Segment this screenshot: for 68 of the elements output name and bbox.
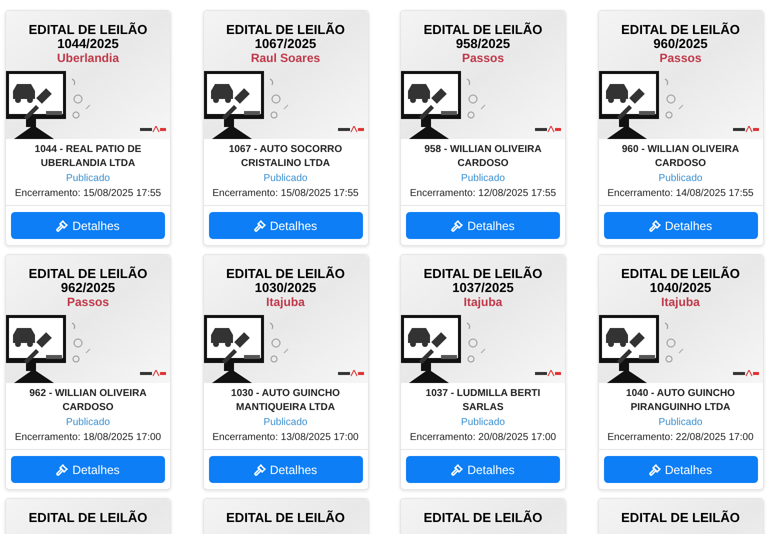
city-name: Itajuba [661, 295, 700, 309]
details-button[interactable]: Detalhes [604, 456, 758, 483]
auction-number: 1044/2025 [57, 37, 119, 51]
gavel-icon [648, 220, 661, 232]
gavel-icon [56, 464, 68, 476]
city-name: Itajuba [464, 295, 502, 309]
closing-date: Encerramento: 15/08/2025 17:55 [212, 187, 359, 201]
auction-number: 962/2025 [60, 281, 116, 295]
details-button[interactable]: Detalhes [406, 456, 560, 483]
city-name: Passos [66, 295, 110, 309]
city-name: Passos [659, 51, 702, 65]
company-name: 1044 - REAL PATIO DE UBERLANDIA LTDA [34, 143, 142, 171]
closing-date: Encerramento: 12/08/2025 17:55 [410, 187, 556, 201]
status-label: Publicado [264, 172, 308, 186]
city-name: Passos [462, 51, 504, 65]
banner-title: EDITAL DE LEILÃO [621, 267, 740, 281]
banner-title: EDITAL DE LEILÃO [28, 23, 148, 37]
status-label: Publicado [66, 416, 110, 430]
banner-title: EDITAL DE LEILÃO [226, 23, 345, 37]
city-name: Raul Soares [250, 51, 320, 65]
gavel-icon [56, 220, 68, 232]
closing-date: Encerramento: 13/08/2025 17:00 [212, 431, 359, 445]
closing-date: Encerramento: 14/08/2025 17:55 [607, 187, 754, 201]
gavel-icon [254, 220, 266, 232]
company-name: 1040 - AUTO GUINCHO PIRANGUINHO LTDA [625, 387, 736, 415]
auction-number: 960/2025 [653, 37, 708, 51]
status-label: Publicado [461, 172, 505, 186]
status-label: Publicado [66, 172, 110, 186]
details-button[interactable]: Detalhes [406, 212, 560, 239]
city-name: Uberlandia [56, 51, 119, 65]
auction-number: 958/2025 [456, 37, 510, 51]
banner-title: EDITAL DE LEILÃO [226, 511, 345, 525]
gavel-icon [648, 464, 661, 476]
banner-title: EDITAL DE LEILÃO [424, 23, 542, 37]
banner-title: EDITAL DE LEILÃO [621, 511, 740, 525]
status-label: Publicado [658, 416, 702, 430]
banner-title: EDITAL DE LEILÃO [424, 511, 542, 525]
status-label: Publicado [461, 416, 505, 430]
company-name: 960 - WILLIAN OLIVEIRA CARDOSO [620, 143, 740, 171]
banner-title: EDITAL DE LEILÃO [621, 23, 740, 37]
auction-number: 1067/2025 [254, 37, 316, 51]
banner-title: EDITAL DE LEILÃO [28, 511, 148, 525]
details-button[interactable]: Detalhes [604, 212, 758, 239]
closing-date: Encerramento: 18/08/2025 17:00 [14, 431, 162, 445]
details-button[interactable]: Detalhes [11, 212, 165, 239]
status-label: Publicado [658, 172, 702, 186]
company-name: 958 - WILLIAN OLIVEIRA CARDOSO [423, 143, 543, 171]
details-button[interactable]: Detalhes [208, 456, 362, 483]
city-name: Itajuba [266, 295, 305, 309]
banner-title: EDITAL DE LEILÃO [424, 267, 542, 281]
gavel-icon [254, 464, 266, 476]
details-button[interactable]: Detalhes [11, 456, 165, 483]
closing-date: Encerramento: 15/08/2025 17:55 [14, 187, 162, 201]
company-name: 962 - WILLIAN OLIVEIRA CARDOSO [28, 387, 148, 415]
banner-title: EDITAL DE LEILÃO [28, 267, 148, 281]
gavel-icon [451, 220, 464, 232]
company-name: 1067 - AUTO SOCORRO CRISTALINO LTDA [228, 143, 344, 171]
status-label: Publicado [264, 416, 308, 430]
closing-date: Encerramento: 22/08/2025 17:00 [607, 431, 754, 445]
company-name: 1030 - AUTO GUINCHO MANTIQUEIRA LTDA [230, 387, 341, 415]
auction-number: 1037/2025 [452, 281, 514, 295]
auction-number: 1030/2025 [254, 281, 316, 295]
closing-date: Encerramento: 20/08/2025 17:00 [410, 431, 556, 445]
banner-title: EDITAL DE LEILÃO [226, 267, 345, 281]
details-button[interactable]: Detalhes [208, 212, 362, 239]
gavel-icon [451, 464, 464, 476]
auction-number: 1040/2025 [650, 281, 712, 295]
company-name: 1037 - LUDMILLA BERTI SARLAS [424, 387, 542, 415]
